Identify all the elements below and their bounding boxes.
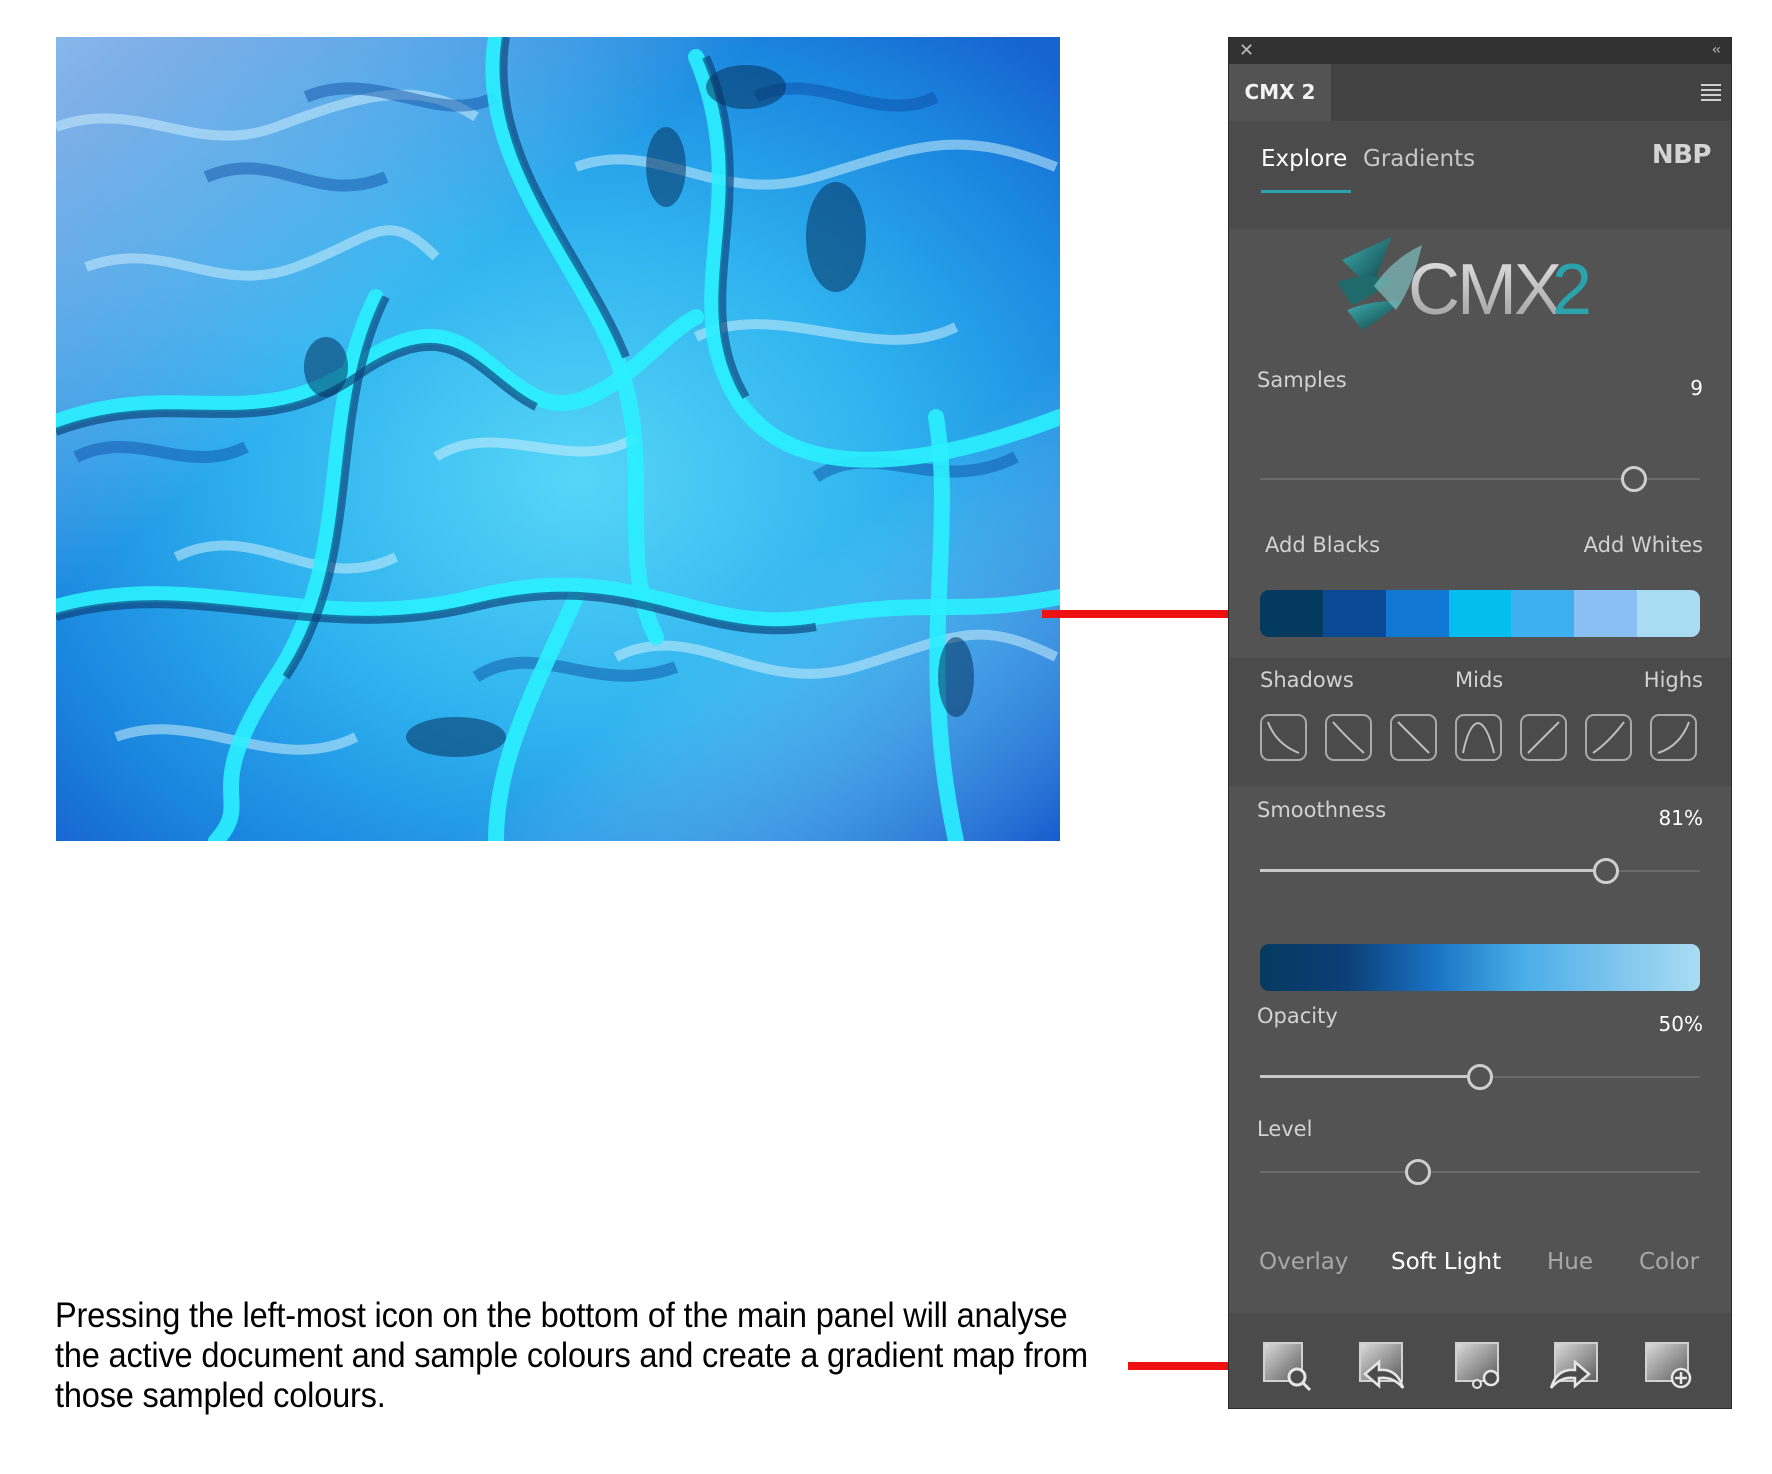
close-icon[interactable]: ✕ [1239, 40, 1254, 61]
curve-highs-3-button[interactable] [1650, 714, 1697, 761]
curve-rise-icon [1527, 721, 1560, 754]
tab-gradients[interactable]: Gradients [1363, 146, 1475, 172]
curve-rise-s-icon [1592, 721, 1625, 754]
tab-explore[interactable]: Explore [1261, 146, 1347, 172]
panel-titlebar: ✕ ‹‹ [1229, 38, 1731, 64]
smoothness-slider-thumb[interactable] [1593, 858, 1620, 884]
opacity-slider-thumb[interactable] [1467, 1064, 1493, 1090]
swatch-1[interactable] [1260, 590, 1323, 637]
swatch-3[interactable] [1385, 590, 1449, 637]
samples-slider-thumb[interactable] [1621, 466, 1647, 492]
mids-label: Mids [1455, 668, 1504, 692]
opacity-value: 50% [1658, 1012, 1703, 1036]
swatch-strip[interactable] [1260, 590, 1700, 637]
add-whites-button[interactable]: Add Whites [1584, 533, 1703, 557]
brand-label: NBP [1651, 140, 1712, 170]
instruction-caption: Pressing the left-most icon on the botto… [55, 1296, 1088, 1416]
curve-hump-icon [1462, 721, 1495, 754]
opacity-slider-fill [1260, 1075, 1467, 1078]
smoothness-label: Smoothness [1257, 798, 1387, 822]
curve-rise-convex-icon [1657, 721, 1690, 754]
curve-highs-1-button[interactable] [1520, 714, 1567, 761]
cmx2-logo: CMX 2 [1337, 236, 1592, 330]
gradient-preview-bar[interactable] [1260, 944, 1700, 991]
level-slider-track[interactable] [1260, 1171, 1700, 1173]
export-gradient-icon[interactable] [1547, 1340, 1599, 1392]
level-slider-thumb[interactable] [1405, 1159, 1432, 1185]
level-label: Level [1257, 1117, 1313, 1141]
logo-digit: 2 [1552, 250, 1592, 330]
curve-concave-icon [1267, 721, 1300, 754]
logo-text: CMX [1408, 250, 1561, 330]
new-gradient-icon[interactable] [1643, 1340, 1695, 1392]
blend-soft-light[interactable]: Soft Light [1391, 1249, 1501, 1275]
smoothness-slider-fill [1260, 869, 1594, 872]
add-blacks-button[interactable]: Add Blacks [1265, 533, 1380, 557]
smoothness-value: 81% [1658, 806, 1703, 830]
highs-label: Highs [1643, 668, 1703, 692]
cmx2-panel: ✕ ‹‹ CMX 2 Explore Gradients NBP CMX 2 S… [1228, 37, 1732, 1409]
opacity-label: Opacity [1257, 1004, 1338, 1028]
curve-highs-2-button[interactable] [1585, 714, 1632, 761]
curve-s-icon [1332, 721, 1365, 754]
sample-artwork-image [56, 37, 1060, 841]
swatch-6[interactable] [1574, 590, 1638, 637]
import-gradient-icon[interactable] [1357, 1340, 1409, 1392]
curve-shadows-1-button[interactable] [1260, 714, 1307, 761]
swatch-5[interactable] [1511, 590, 1575, 637]
blend-hue[interactable]: Hue [1547, 1249, 1593, 1275]
samples-value: 9 [1690, 376, 1703, 400]
header-section [1229, 121, 1731, 229]
panel-menu-icon[interactable] [1701, 84, 1721, 104]
curve-shadows-3-button[interactable] [1390, 714, 1437, 761]
blend-color[interactable]: Color [1639, 1249, 1699, 1275]
curve-mids-button[interactable] [1455, 714, 1502, 761]
swatch-2[interactable] [1322, 590, 1386, 637]
curve-shadows-2-button[interactable] [1325, 714, 1372, 761]
caption-line-2: the active document and sample colours a… [55, 1336, 1088, 1375]
caption-line-3: those sampled colours. [55, 1376, 386, 1415]
analyse-document-icon[interactable] [1261, 1340, 1313, 1392]
panel-tabbar: CMX 2 [1229, 64, 1731, 121]
settings-icon[interactable] [1453, 1340, 1505, 1392]
shadows-label: Shadows [1260, 668, 1354, 692]
samples-label: Samples [1257, 368, 1347, 392]
swatch-4[interactable] [1448, 590, 1512, 637]
swatch-7[interactable] [1637, 590, 1700, 637]
blend-overlay[interactable]: Overlay [1259, 1249, 1348, 1275]
curve-linear-icon [1397, 721, 1430, 754]
collapse-icon[interactable]: ‹‹ [1712, 42, 1721, 58]
panel-tab-cmx2[interactable]: CMX 2 [1229, 64, 1331, 121]
caption-line-1: Pressing the left-most icon on the botto… [55, 1296, 1068, 1335]
active-tab-indicator [1261, 190, 1351, 193]
